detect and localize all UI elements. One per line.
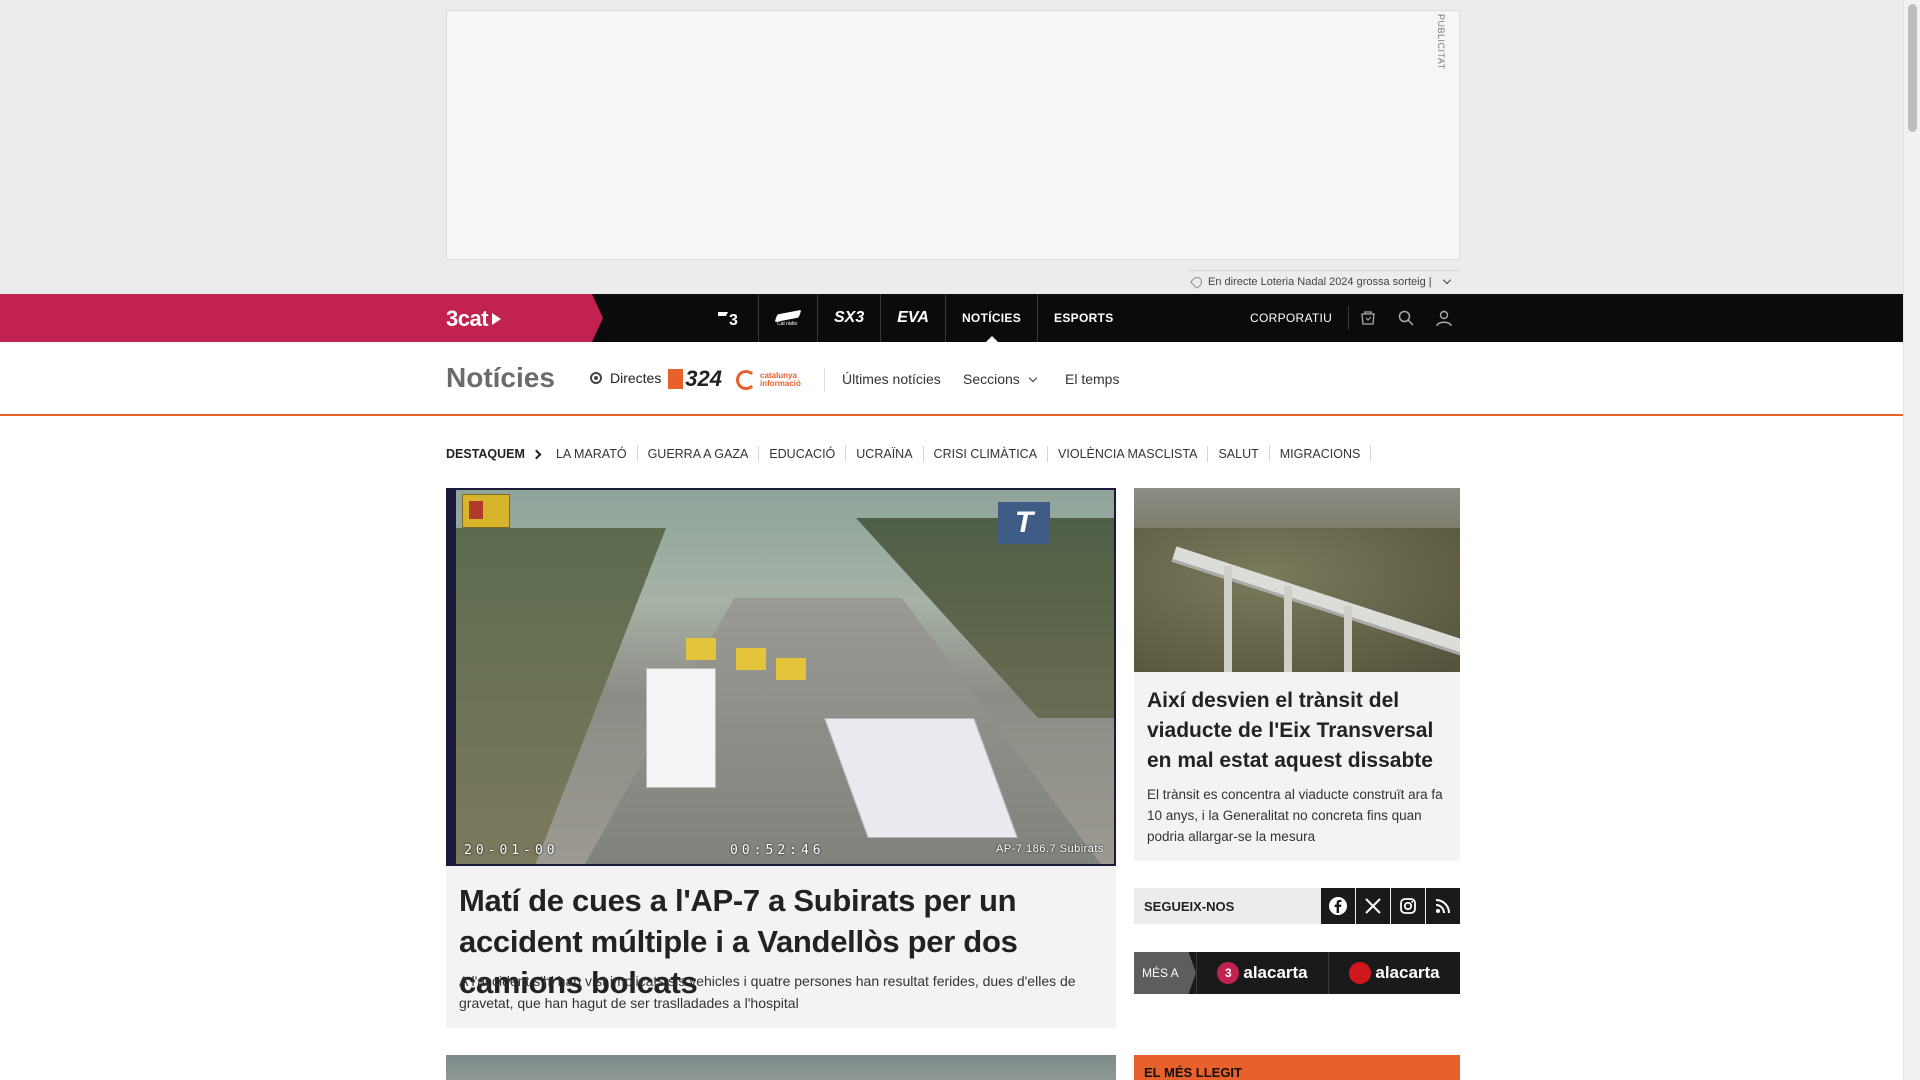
- scrollbar[interactable]: [1903, 0, 1920, 1080]
- ad-slot[interactable]: [446, 10, 1460, 260]
- highlight-item[interactable]: EDUCACIÓ: [759, 446, 847, 462]
- logo-324[interactable]: 324: [668, 366, 722, 391]
- highlight-item[interactable]: GUERRA A GAZA: [638, 446, 760, 462]
- svg-text:3: 3: [729, 312, 738, 327]
- cam-time: 00:52:46: [730, 843, 825, 858]
- rss-icon[interactable]: [1426, 888, 1460, 924]
- alacarta-label: alacarta: [1243, 963, 1308, 982]
- sections-dropdown[interactable]: Seccions: [963, 371, 1038, 387]
- logo-324-mark: [668, 369, 684, 389]
- brand-logo[interactable]: 3cat: [446, 306, 502, 332]
- ci-mark-icon: [736, 370, 756, 390]
- side-story-card[interactable]: Així desvien el trànsit del viaducte de …: [1134, 488, 1460, 861]
- catradio-alacarta-link[interactable]: alacarta: [1328, 952, 1460, 994]
- highlight-item[interactable]: VIOLÈNCIA MASCLISTA: [1048, 446, 1209, 462]
- scrollbar-thumb[interactable]: [1908, 4, 1917, 132]
- highlights-bar: DESTAQUEM LA MARATÓ GUERRA A GAZA EDUCAC…: [446, 446, 1372, 462]
- channel-esports[interactable]: ESPORTS: [1038, 294, 1129, 342]
- instagram-icon[interactable]: [1391, 888, 1425, 924]
- cam-location: AP-7 186.7 Subirats: [996, 843, 1104, 855]
- corporate-link[interactable]: CORPORATIU: [1250, 306, 1350, 330]
- cam-date: 20-01-00: [464, 843, 559, 858]
- user-icon[interactable]: [1425, 294, 1463, 342]
- top-right-tools: CORPORATIU: [1250, 294, 1463, 342]
- follow-label: SEGUEIX-NOS: [1144, 898, 1235, 914]
- logo-catalunya-informacio[interactable]: catalunya informació: [736, 370, 816, 390]
- chevron-down-icon[interactable]: [1442, 275, 1451, 284]
- brand-block: [0, 294, 603, 342]
- divider: [824, 368, 825, 392]
- ad-label: PUBLICITAT: [1436, 14, 1446, 70]
- highlight-item[interactable]: LA MARATÓ: [546, 446, 638, 462]
- main-story-card[interactable]: T 20-01-00 00:52:46 AP-7 186.7 Subirats …: [446, 488, 1116, 1028]
- shop-icon[interactable]: [1349, 294, 1387, 342]
- chevron-right-icon: [531, 449, 542, 459]
- catradio-logo-icon: [775, 309, 801, 327]
- logo-324-text: 324: [685, 366, 722, 391]
- chevron-down-icon: [1028, 373, 1038, 383]
- weather-link[interactable]: El temps: [1065, 371, 1119, 387]
- top-navigation: 3cat 3 SX3 EVA NOTÍCIES ESPORTS CORPORAT…: [0, 294, 1903, 342]
- tag-icon: [1189, 274, 1205, 289]
- highlight-item[interactable]: CRISI CLIMÀTICA: [924, 446, 1049, 462]
- eva-logo: EVA: [897, 309, 929, 326]
- channel-tv3[interactable]: 3: [700, 294, 759, 342]
- brand-arrow-icon: [492, 313, 502, 325]
- main-story-description: A l'accident s'hi han vist implicats sis…: [459, 973, 1076, 1011]
- next-story-image[interactable]: [446, 1055, 1116, 1080]
- x-icon[interactable]: [1356, 888, 1390, 924]
- highlight-item[interactable]: MIGRACIONS: [1270, 446, 1372, 462]
- sections-label: Seccions: [963, 371, 1020, 387]
- facebook-icon[interactable]: [1321, 888, 1355, 924]
- highlights-label: DESTAQUEM: [446, 447, 525, 461]
- ticker-text: En directe Loteria Nadal 2024 grossa sor…: [1208, 275, 1432, 288]
- flag-emblem: [462, 494, 510, 528]
- catradio-mark-icon: [1349, 962, 1372, 984]
- channel-catradio[interactable]: [759, 294, 818, 342]
- alacarta-label: alacarta: [1375, 963, 1440, 982]
- camera-timestamp: 20-01-00 00:52:46 AP-7 186.7 Subirats: [464, 843, 1104, 858]
- breaking-ticker[interactable]: En directe Loteria Nadal 2024 grossa sor…: [1188, 270, 1460, 292]
- directes-link[interactable]: Directes: [590, 370, 661, 386]
- tv3-alacarta-link[interactable]: 3 alacarta: [1196, 952, 1328, 994]
- channel-list: 3 SX3 EVA NOTÍCIES ESPORTS: [700, 294, 1130, 342]
- tv3-mark-icon: 3: [1217, 962, 1240, 984]
- side-story-title[interactable]: Així desvien el trànsit del viaducte de …: [1147, 686, 1447, 776]
- traffic-camera-logo: T: [998, 502, 1050, 544]
- ad-band: PUBLICITAT En directe Loteria Nadal 2024…: [0, 0, 1903, 294]
- channel-label: NOTÍCIES: [961, 311, 1022, 325]
- brand-name: 3cat: [446, 306, 489, 331]
- channel-sx3[interactable]: SX3: [818, 294, 882, 342]
- latest-news-link[interactable]: Últimes notícies: [842, 371, 941, 387]
- search-icon[interactable]: [1387, 294, 1425, 342]
- sx3-logo: SX3: [834, 309, 865, 326]
- follow-us: SEGUEIX-NOS: [1134, 888, 1460, 924]
- channel-label: ESPORTS: [1054, 311, 1114, 325]
- side-story-image[interactable]: [1134, 488, 1460, 672]
- section-navigation: Notícies Directes 324 catalunya informac…: [0, 342, 1903, 416]
- main-story-image[interactable]: T 20-01-00 00:52:46 AP-7 186.7 Subirats: [446, 488, 1116, 866]
- side-story-description: El trànsit es concentra al viaducte cons…: [1147, 787, 1443, 844]
- ci-text: catalunya informació: [760, 371, 801, 388]
- live-icon: [590, 372, 602, 384]
- highlight-item[interactable]: UCRAÏNA: [846, 446, 924, 462]
- directes-label: Directes: [610, 370, 662, 386]
- channel-eva[interactable]: EVA: [881, 294, 946, 342]
- highlight-item[interactable]: SALUT: [1208, 446, 1270, 462]
- more-label: MÉS A: [1134, 952, 1196, 994]
- highlights-title[interactable]: DESTAQUEM: [446, 447, 542, 461]
- channel-noticies[interactable]: NOTÍCIES: [946, 294, 1039, 342]
- most-read-header: EL MÉS LLEGIT: [1134, 1055, 1460, 1080]
- more-on-bar: MÉS A 3 alacarta alacarta: [1134, 952, 1460, 994]
- tv3-logo-icon: 3: [718, 312, 738, 327]
- section-title[interactable]: Notícies: [446, 362, 555, 394]
